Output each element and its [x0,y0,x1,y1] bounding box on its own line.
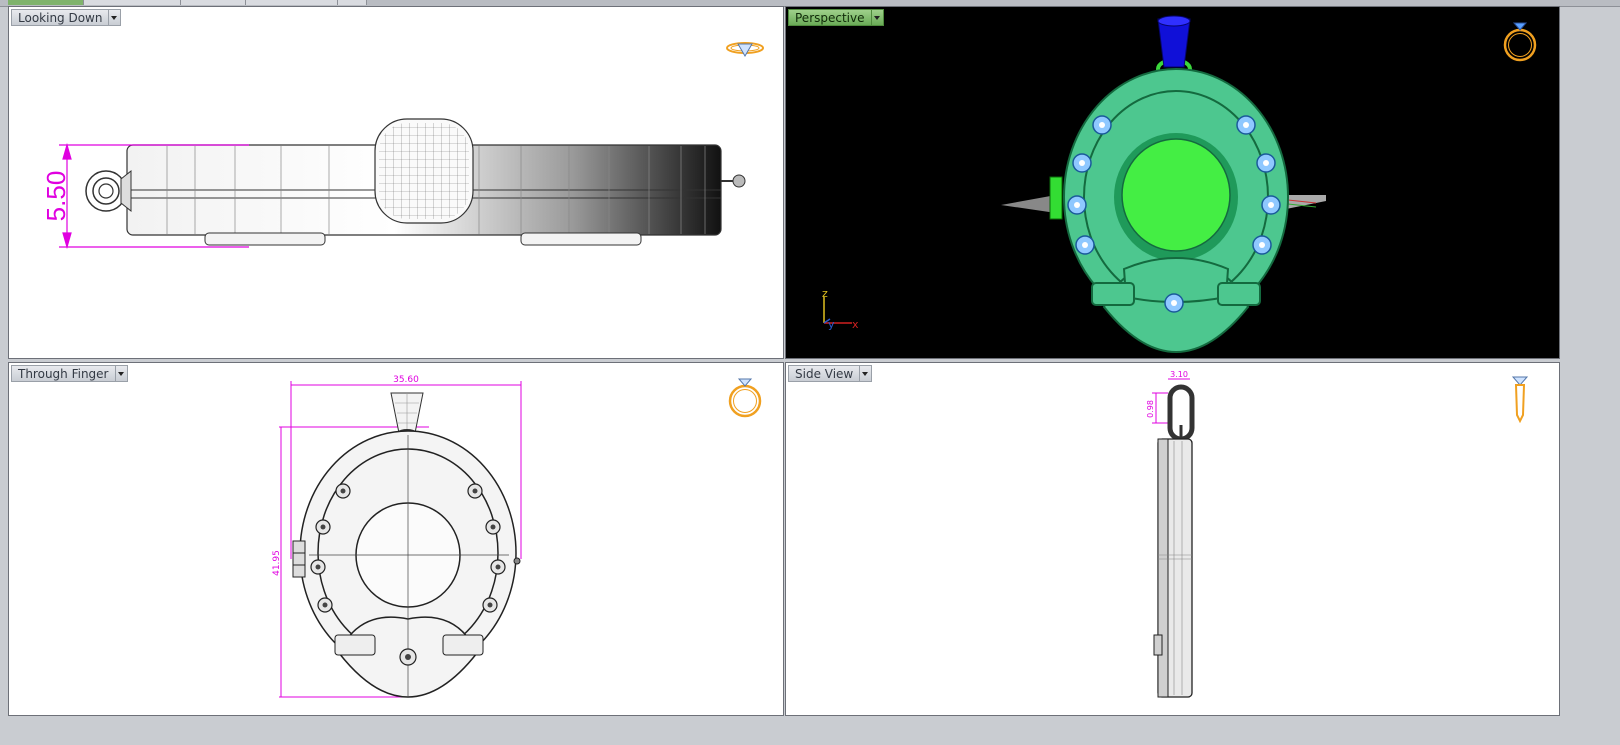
viewport-through-finger[interactable]: Through Finger 35.60 41.95 [8,362,784,716]
perspective-model: z y x [822,15,1326,353]
viewport-label-perspective[interactable]: Perspective [788,9,884,26]
viewport-menu-dropdown-icon[interactable] [870,9,884,26]
looking-down-model: 5.50 [41,118,746,250]
viewport-title[interactable]: Side View [788,365,860,382]
viewport-side-view[interactable]: Side View 3.10 0.98 [785,362,1560,716]
dimension-label: 5.50 [41,171,71,222]
axis-y-label: y [828,318,835,331]
axis-x-label: x [852,318,859,331]
axis-z-label: z [822,287,828,300]
view-tab-2[interactable] [84,0,181,5]
width-dimension-label: 35.60 [393,375,419,385]
viewport-label-side-view[interactable]: Side View [788,365,873,382]
viewport-perspective[interactable]: Perspective z y x [785,6,1560,359]
ring-front-icon[interactable] [725,371,765,421]
ring-top-icon[interactable] [725,35,765,61]
ring-front-icon[interactable] [1500,15,1540,65]
viewport-title[interactable]: Perspective [788,9,871,26]
height-dimension-label: 0.98 [1146,400,1155,418]
viewport-menu-dropdown-icon[interactable] [114,365,128,382]
side-view-model: 3.10 0.98 [1146,370,1195,698]
viewport-label-looking-down[interactable]: Looking Down [11,9,122,26]
view-tab-1[interactable] [8,0,84,5]
view-tab-4[interactable] [246,0,338,5]
viewport-title[interactable]: Looking Down [11,9,109,26]
viewport-title[interactable]: Through Finger [11,365,115,382]
view-tab-5[interactable] [338,0,367,5]
viewport-menu-dropdown-icon[interactable] [108,9,122,26]
view-tab-3[interactable] [181,0,246,5]
width-dimension-label: 3.10 [1170,370,1188,379]
viewport-menu-dropdown-icon[interactable] [859,365,873,382]
through-finger-model: 35.60 41.95 [272,375,522,698]
ring-side-icon[interactable] [1508,371,1532,423]
height-dimension-label: 41.95 [272,550,282,576]
viewport-label-through-finger[interactable]: Through Finger [11,365,128,382]
viewport-looking-down[interactable]: Looking Down 5.50 [8,6,784,359]
